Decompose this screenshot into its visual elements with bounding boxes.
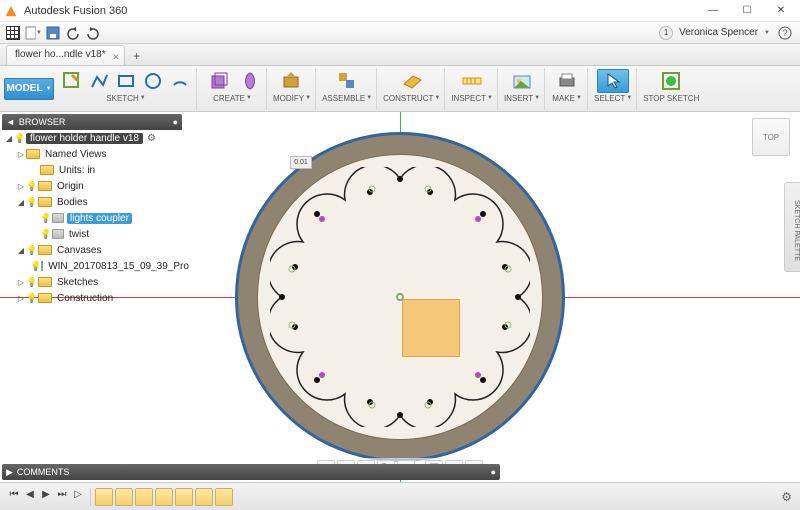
tree-sketches[interactable]: ▷💡Sketches: [2, 274, 182, 290]
help-button[interactable]: ?: [776, 24, 794, 42]
tree-body-twist[interactable]: 💡twist: [2, 226, 182, 242]
revolve-button[interactable]: [238, 69, 262, 93]
timeline-feature-2[interactable]: [115, 488, 133, 506]
document-tab[interactable]: flower ho...ndle v18* ✕: [6, 45, 125, 65]
tab-close-icon[interactable]: ✕: [112, 48, 120, 66]
timeline-settings-button[interactable]: ⚙: [781, 490, 792, 504]
document-tab-label: flower ho...ndle v18*: [15, 49, 106, 60]
notification-badge[interactable]: 1: [659, 26, 673, 40]
new-tab-button[interactable]: +: [129, 49, 145, 65]
app-title: Autodesk Fusion 360: [24, 5, 127, 17]
dimension-label[interactable]: 0.01: [290, 156, 312, 169]
timeline-feature-6[interactable]: [195, 488, 213, 506]
timeline-end-button[interactable]: ⏭: [54, 489, 70, 505]
measure-button[interactable]: [456, 69, 488, 93]
browser-header[interactable]: ◄BROWSER ●: [2, 114, 182, 130]
circle-tool-button[interactable]: [141, 69, 165, 93]
timeline-back-button[interactable]: ◀: [22, 489, 38, 505]
create-group: CREATE▼: [199, 68, 267, 110]
comments-panel-header[interactable]: ▶COMMENTS●: [2, 464, 500, 480]
tree-root[interactable]: ◢💡flower holder handle v18⚙: [2, 130, 182, 146]
extrude-button[interactable]: [203, 69, 235, 93]
inspect-group-label: INSPECT: [451, 94, 486, 103]
modify-group: MODIFY▼: [269, 68, 316, 110]
modify-group-label: MODIFY: [273, 94, 304, 103]
user-menu-chevron-icon[interactable]: ▼: [764, 30, 770, 36]
workspace: ◄BROWSER ● ◢💡flower holder handle v18⚙ ▷…: [0, 112, 800, 482]
browser-tree: ◢💡flower holder handle v18⚙ ▷Named Views…: [2, 130, 182, 306]
tree-canvases[interactable]: ◢💡Canvases: [2, 242, 182, 258]
app-grid-icon[interactable]: [4, 24, 22, 42]
undo-button[interactable]: [64, 24, 82, 42]
ribbon-toolbar: MODEL▼ SKETCH▼ CREATE▼ MODIFY▼ ASSEMBLE▼…: [0, 66, 800, 112]
assemble-group: ASSEMBLE▼: [318, 68, 377, 110]
browser-header-label: BROWSER: [19, 117, 66, 127]
timeline-start-button[interactable]: ⏮: [6, 489, 22, 505]
stop-sketch-group: STOP SKETCH: [639, 68, 703, 110]
user-name[interactable]: Veronica Spencer: [679, 27, 758, 38]
create-group-label: CREATE: [213, 94, 245, 103]
timeline-feature-7[interactable]: [215, 488, 233, 506]
sketch-palette-tab[interactable]: SKETCH PALETTE: [784, 182, 800, 272]
select-button[interactable]: [597, 69, 629, 93]
plane-button[interactable]: [396, 69, 428, 93]
rectangle-tool-button[interactable]: [114, 69, 138, 93]
viewcube[interactable]: TOP: [752, 118, 790, 156]
quick-access-toolbar: ▼ 1 Veronica Spencer ▼ ?: [0, 22, 800, 44]
tree-canvas-item[interactable]: 💡WIN_20170813_15_09_39_Pro: [2, 258, 182, 274]
select-group: SELECT▼: [590, 68, 637, 110]
inspect-group: INSPECT▼: [447, 68, 498, 110]
window-minimize-button[interactable]: —: [696, 1, 730, 21]
tree-origin[interactable]: ▷💡Origin: [2, 178, 182, 194]
construct-group-label: CONSTRUCT: [383, 94, 433, 103]
joint-button[interactable]: [331, 69, 363, 93]
canvas-image-overlay[interactable]: [402, 299, 460, 357]
titlebar: Autodesk Fusion 360 — ☐ ✕: [0, 0, 800, 22]
origin-point[interactable]: [396, 293, 404, 301]
press-pull-button[interactable]: [276, 69, 308, 93]
timeline-feature-3[interactable]: [135, 488, 153, 506]
window-maximize-button[interactable]: ☐: [730, 1, 764, 21]
insert-group-label: INSERT: [504, 94, 533, 103]
insert-group: INSERT▼: [500, 68, 545, 110]
timeline-play-button[interactable]: ▷: [70, 489, 86, 505]
browser-panel: ◄BROWSER ● ◢💡flower holder handle v18⚙ ▷…: [2, 112, 182, 308]
select-group-label: SELECT: [594, 94, 625, 103]
tree-named-views[interactable]: ▷Named Views: [2, 146, 182, 162]
sketch-group: SKETCH▼: [56, 68, 197, 110]
tree-bodies[interactable]: ◢💡Bodies: [2, 194, 182, 210]
print-button[interactable]: [551, 69, 583, 93]
redo-button[interactable]: [84, 24, 102, 42]
insert-button[interactable]: [506, 69, 538, 93]
create-sketch-button[interactable]: [60, 69, 84, 93]
window-close-button[interactable]: ✕: [764, 1, 798, 21]
make-group-label: MAKE: [552, 94, 575, 103]
save-button[interactable]: [44, 24, 62, 42]
fusion-logo-icon: [4, 4, 18, 18]
comments-label: COMMENTS: [17, 467, 70, 477]
browser-options-icon[interactable]: ●: [173, 117, 178, 127]
line-tool-button[interactable]: [87, 69, 111, 93]
sketch-group-label: SKETCH: [106, 94, 138, 103]
timeline-feature-5[interactable]: [175, 488, 193, 506]
tree-construction[interactable]: ▷💡Construction: [2, 290, 182, 306]
stop-sketch-button[interactable]: [655, 69, 687, 93]
tree-units[interactable]: Units: in: [2, 162, 182, 178]
timeline-bar: ⏮ ◀ ▶ ⏭ ▷ ⚙: [0, 482, 800, 510]
timeline-feature-1[interactable]: [95, 488, 113, 506]
workspace-label: MODEL: [6, 83, 42, 94]
timeline-fwd-button[interactable]: ▶: [38, 489, 54, 505]
construct-group: CONSTRUCT▼: [379, 68, 445, 110]
assemble-group-label: ASSEMBLE: [322, 94, 365, 103]
make-group: MAKE▼: [547, 68, 588, 110]
document-tabstrip: flower ho...ndle v18* ✕ +: [0, 44, 800, 66]
workspace-switcher-button[interactable]: MODEL▼: [4, 78, 54, 100]
stop-sketch-label: STOP SKETCH: [643, 94, 699, 103]
svg-text:?: ?: [782, 28, 787, 38]
arc-tool-button[interactable]: [168, 69, 192, 93]
file-menu-button[interactable]: ▼: [24, 24, 42, 42]
timeline-feature-4[interactable]: [155, 488, 173, 506]
tree-body-lights-coupler[interactable]: 💡lights coupler: [2, 210, 182, 226]
